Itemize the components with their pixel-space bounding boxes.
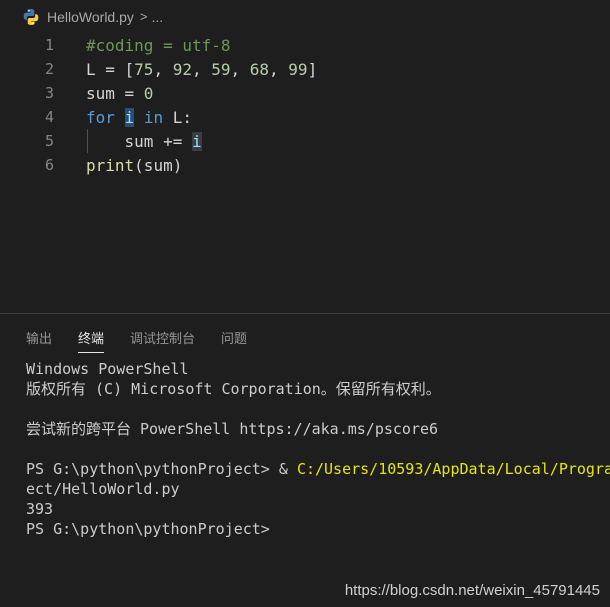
line-number: 2: [44, 60, 54, 78]
breadcrumb: HelloWorld.py > ...: [0, 0, 610, 33]
line-number: 1: [44, 36, 54, 54]
tab-debug-console[interactable]: 调试控制台: [130, 314, 195, 360]
terminal-operator: &: [278, 460, 297, 478]
code-text: sum = 0: [86, 83, 154, 103]
code-text: L = [75, 92, 59, 68, 99]: [86, 59, 318, 79]
terminal-output[interactable]: Windows PowerShell 版权所有 (C) Microsoft Co…: [26, 359, 610, 539]
code-line: 1 #coding = utf-8: [0, 33, 610, 57]
code-line: 4 for i in L:: [0, 105, 610, 129]
terminal-line: PS G:\python\pythonProject> & C:/Users/1…: [26, 459, 610, 479]
terminal-line: Windows PowerShell: [26, 360, 189, 378]
code-line: 5 sum += i: [0, 129, 610, 153]
line-number: 5: [44, 132, 54, 150]
terminal-line: 393: [26, 500, 54, 518]
tab-problems[interactable]: 问题: [221, 314, 247, 360]
code-token: L = [: [86, 59, 135, 79]
terminal-prompt: PS G:\python\pythonProject>: [26, 460, 279, 478]
code-text: for i in L:: [86, 107, 192, 127]
code-line: 2 L = [75, 92, 59, 68, 99]: [0, 57, 610, 81]
line-number: 6: [44, 156, 54, 174]
code-text: sum += i: [86, 131, 202, 151]
code-editor[interactable]: 1 #coding = utf-8 2 L = [75, 92, 59, 68,…: [0, 33, 610, 313]
chevron-right-icon: >: [139, 9, 148, 24]
terminal-line: 版权所有 (C) Microsoft Corporation。保留所有权利。: [26, 380, 441, 398]
line-number: 3: [44, 84, 54, 102]
terminal-line: ect/HelloWorld.py: [26, 480, 180, 498]
terminal-path: C:/Users/10593/AppData/Local/Progra: [296, 460, 610, 478]
breadcrumb-file[interactable]: HelloWorld.py: [47, 9, 134, 25]
code-text: #coding = utf-8: [86, 35, 231, 55]
terminal-line: PS G:\python\pythonProject>: [26, 520, 270, 538]
indent-guide: [87, 129, 88, 153]
tab-terminal[interactable]: 终端: [78, 314, 105, 360]
terminal-line: 尝试新的跨平台 PowerShell https://aka.ms/pscore…: [26, 420, 439, 438]
code-line: 6 print(sum): [0, 153, 610, 177]
panel-tabs: 输出 终端 调试控制台 问题: [0, 314, 610, 360]
code-text: print(sum): [86, 155, 183, 175]
breadcrumb-more[interactable]: ...: [151, 9, 163, 25]
code-line: 3 sum = 0: [0, 81, 610, 105]
watermark: https://blog.csdn.net/weixin_45791445: [344, 582, 600, 599]
line-number: 4: [44, 108, 54, 126]
tab-output[interactable]: 输出: [26, 314, 52, 360]
bottom-panel: 输出 终端 调试控制台 问题 Windows PowerShell 版权所有 (…: [0, 313, 610, 607]
python-file-icon: [22, 8, 40, 26]
